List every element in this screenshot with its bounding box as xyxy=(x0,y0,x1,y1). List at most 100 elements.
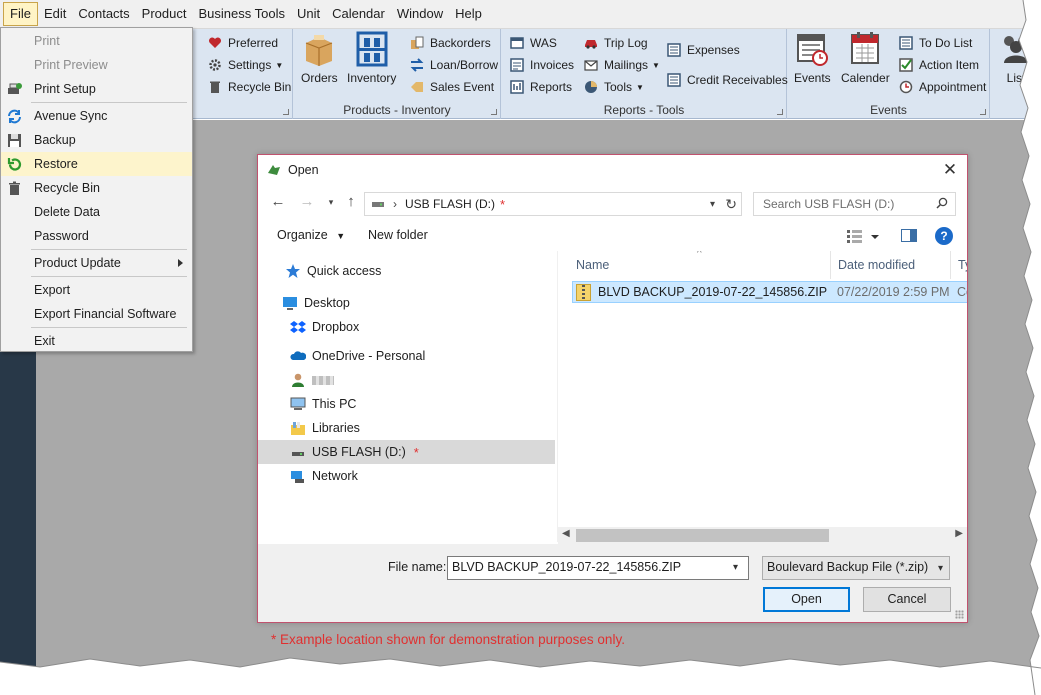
menu-item-recycle-bin[interactable]: Recycle Bin xyxy=(1,176,192,200)
file-type-select[interactable]: Boulevard Backup File (*.zip) ▾ xyxy=(762,556,950,580)
nav-item-user[interactable] xyxy=(258,368,555,392)
column-header-type[interactable]: Ty xyxy=(951,251,967,279)
blurred-username xyxy=(312,375,334,385)
expenses-button[interactable]: Expenses xyxy=(667,40,740,60)
menu-item-backup[interactable]: Backup xyxy=(1,128,192,152)
submenu-arrow-icon xyxy=(178,259,183,267)
menu-item-delete-data[interactable]: Delete Data xyxy=(1,200,192,224)
loan-borrow-button[interactable]: Loan/Borrow xyxy=(410,55,498,75)
back-arrow-icon[interactable]: ← xyxy=(270,194,286,210)
sales-event-button[interactable]: Sales Event xyxy=(410,77,494,97)
group-expand-icon[interactable] xyxy=(980,109,986,115)
horizontal-scrollbar[interactable]: ◀ ▶ xyxy=(558,527,967,544)
to-do-list-button[interactable]: To Do List xyxy=(899,33,972,53)
scrollbar-thumb[interactable] xyxy=(576,529,829,542)
reports-button[interactable]: Reports xyxy=(510,77,572,97)
refresh-icon[interactable]: ↻ xyxy=(725,196,737,213)
restore-label: Restore xyxy=(34,157,78,171)
up-arrow-icon[interactable]: ↑ xyxy=(343,194,359,210)
column-header-date-modified[interactable]: Date modified xyxy=(831,251,951,279)
preferred-button[interactable]: Preferred xyxy=(208,33,278,53)
menu-contacts[interactable]: Contacts xyxy=(72,2,135,26)
file-name-input[interactable]: BLVD BACKUP_2019-07-22_145856.ZIP xyxy=(447,556,749,580)
menu-item-export[interactable]: Export xyxy=(1,278,192,302)
menu-file[interactable]: File xyxy=(3,2,38,26)
appointment-button[interactable]: Appointment xyxy=(899,77,986,97)
file-name: BLVD BACKUP_2019-07-22_145856.ZIP xyxy=(598,285,828,299)
mailings-button[interactable]: Mailings ▼ xyxy=(584,55,660,75)
settings-button[interactable]: Settings ▼ xyxy=(208,55,283,75)
new-folder-button[interactable]: New folder xyxy=(368,228,428,242)
nav-item-libraries[interactable]: Libraries xyxy=(258,416,555,440)
address-bar[interactable]: › USB FLASH (D:) * ▾ ↻ xyxy=(364,192,742,216)
chevron-down-icon[interactable]: ▾ xyxy=(733,562,738,573)
backup-label: Backup xyxy=(34,133,76,147)
preview-pane-icon[interactable] xyxy=(901,229,917,242)
list-button[interactable]: List xyxy=(999,31,1033,85)
search-input[interactable]: Search USB FLASH (D:) xyxy=(753,192,956,216)
nav-item-usb-flash[interactable]: USB FLASH (D:) * xyxy=(258,440,555,464)
action-item-button[interactable]: Action Item xyxy=(899,55,979,75)
car-icon xyxy=(584,36,598,50)
app-window: File Edit Contacts Product Business Tool… xyxy=(0,0,1041,695)
resize-grip-icon[interactable] xyxy=(955,610,964,619)
menu-item-print[interactable]: Print xyxy=(1,29,192,53)
recent-locations-icon[interactable]: ▾ xyxy=(323,194,339,210)
menu-item-avenue-sync[interactable]: Avenue Sync xyxy=(1,104,192,128)
credit-receivables-button[interactable]: Credit Receivables xyxy=(667,70,788,90)
scroll-right-icon[interactable]: ▶ xyxy=(955,528,963,539)
recycle-bin-label: Recycle Bin xyxy=(34,181,100,195)
menu-window[interactable]: Window xyxy=(391,2,449,26)
menu-edit[interactable]: Edit xyxy=(38,2,72,26)
view-options-button[interactable] xyxy=(846,227,884,245)
events-button[interactable]: Events xyxy=(794,31,831,85)
forward-arrow-icon[interactable]: → xyxy=(299,194,315,210)
open-button[interactable]: Open xyxy=(763,587,850,612)
nav-item-onedrive[interactable]: OneDrive - Personal xyxy=(258,344,555,368)
menu-item-password[interactable]: Password xyxy=(1,224,192,248)
menu-calendar[interactable]: Calendar xyxy=(326,2,391,26)
orders-button[interactable]: Orders xyxy=(301,31,338,85)
cloud-icon xyxy=(290,348,307,364)
dropbox-icon xyxy=(290,319,306,335)
menu-product[interactable]: Product xyxy=(136,2,193,26)
group-expand-icon[interactable] xyxy=(283,109,289,115)
group-expand-icon[interactable] xyxy=(777,109,783,115)
cancel-button[interactable]: Cancel xyxy=(863,587,951,612)
column-header-name[interactable]: Name xyxy=(558,251,831,279)
nav-item-this-pc[interactable]: This PC xyxy=(258,392,555,416)
menu-business-tools[interactable]: Business Tools xyxy=(192,2,290,26)
menu-item-export-financial-software[interactable]: Export Financial Software xyxy=(1,302,192,326)
file-row[interactable]: BLVD BACKUP_2019-07-22_145856.ZIP 07/22/… xyxy=(572,281,967,303)
menu-item-print-setup[interactable]: Print Setup xyxy=(1,77,192,101)
calender-button[interactable]: Calender xyxy=(841,31,890,85)
file-list: ^ Name Date modified Ty BLVD BACKUP_2019… xyxy=(558,251,967,523)
menu-item-print-preview[interactable]: Print Preview xyxy=(1,53,192,77)
avenue-sync-label: Avenue Sync xyxy=(34,109,108,123)
group-expand-icon[interactable] xyxy=(491,109,497,115)
menu-help[interactable]: Help xyxy=(449,2,488,26)
menu-unit[interactable]: Unit xyxy=(291,2,326,26)
backorders-button[interactable]: Backorders xyxy=(410,33,491,53)
tools-button[interactable]: Tools ▼ xyxy=(584,77,644,97)
chevron-down-icon[interactable]: ▾ xyxy=(710,199,715,210)
menu-item-restore[interactable]: Restore xyxy=(1,152,192,176)
recycle-bin-button[interactable]: Recycle Bin xyxy=(208,77,291,97)
trip-log-button[interactable]: Trip Log xyxy=(584,33,648,53)
scroll-left-icon[interactable]: ◀ xyxy=(562,528,570,539)
inventory-button[interactable]: Inventory xyxy=(347,31,396,85)
recycle-bin-label: Recycle Bin xyxy=(228,80,292,94)
organize-button[interactable]: Organize ▼ xyxy=(277,228,345,242)
close-icon[interactable]: ✕ xyxy=(941,161,959,179)
help-icon[interactable]: ? xyxy=(935,227,953,245)
menu-item-exit[interactable]: Exit xyxy=(1,329,192,353)
gear-icon xyxy=(208,58,222,72)
menu-item-product-update[interactable]: Product Update xyxy=(1,251,192,275)
was-button[interactable]: WAS xyxy=(510,33,557,53)
invoices-button[interactable]: Invoices xyxy=(510,55,574,75)
nav-item-network[interactable]: Network xyxy=(258,464,555,488)
quick-access-label: Quick access xyxy=(307,264,382,278)
nav-item-dropbox[interactable]: Dropbox xyxy=(258,315,555,339)
nav-item-desktop[interactable]: Desktop xyxy=(258,291,555,315)
nav-item-quick-access[interactable]: Quick access xyxy=(258,259,555,283)
